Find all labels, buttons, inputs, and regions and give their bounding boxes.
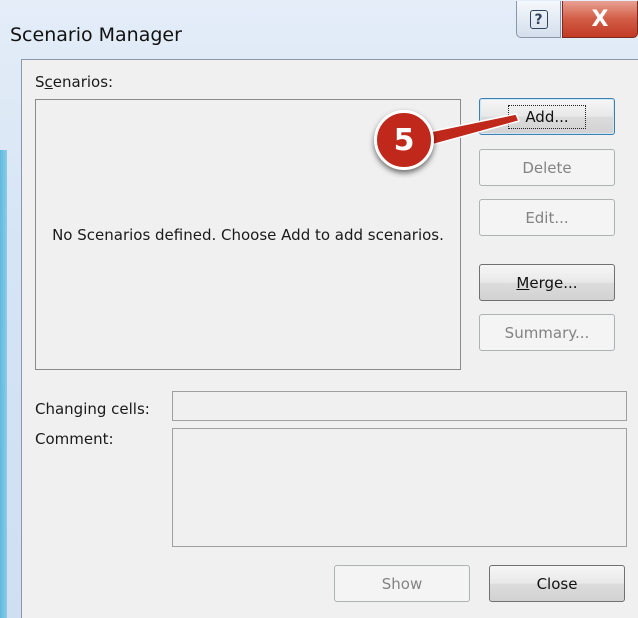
callout-pointer <box>423 113 520 147</box>
step-callout-badge: 5 <box>374 110 434 170</box>
step-number: 5 <box>393 122 415 158</box>
